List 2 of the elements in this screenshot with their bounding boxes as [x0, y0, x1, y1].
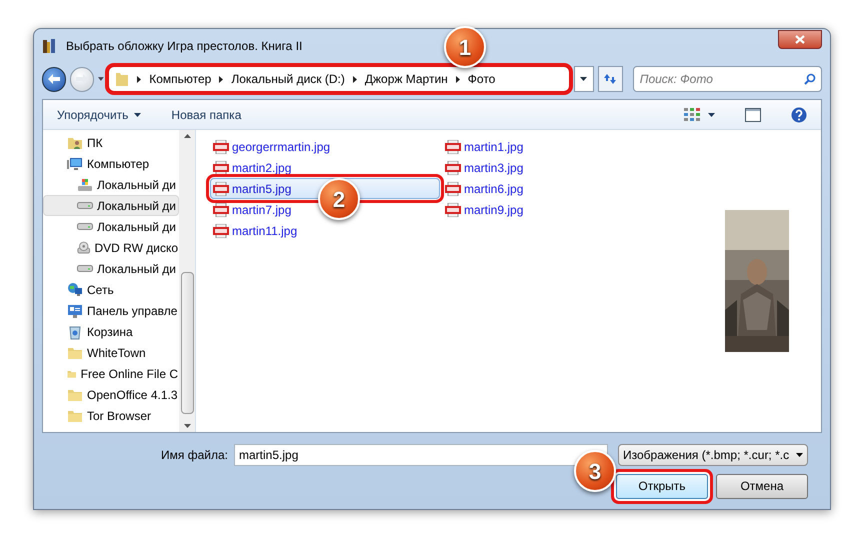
field-label: Имя файла: — [161, 446, 228, 464]
window-title: Выбрать обложку Игра престолов. Книга II — [66, 38, 302, 55]
